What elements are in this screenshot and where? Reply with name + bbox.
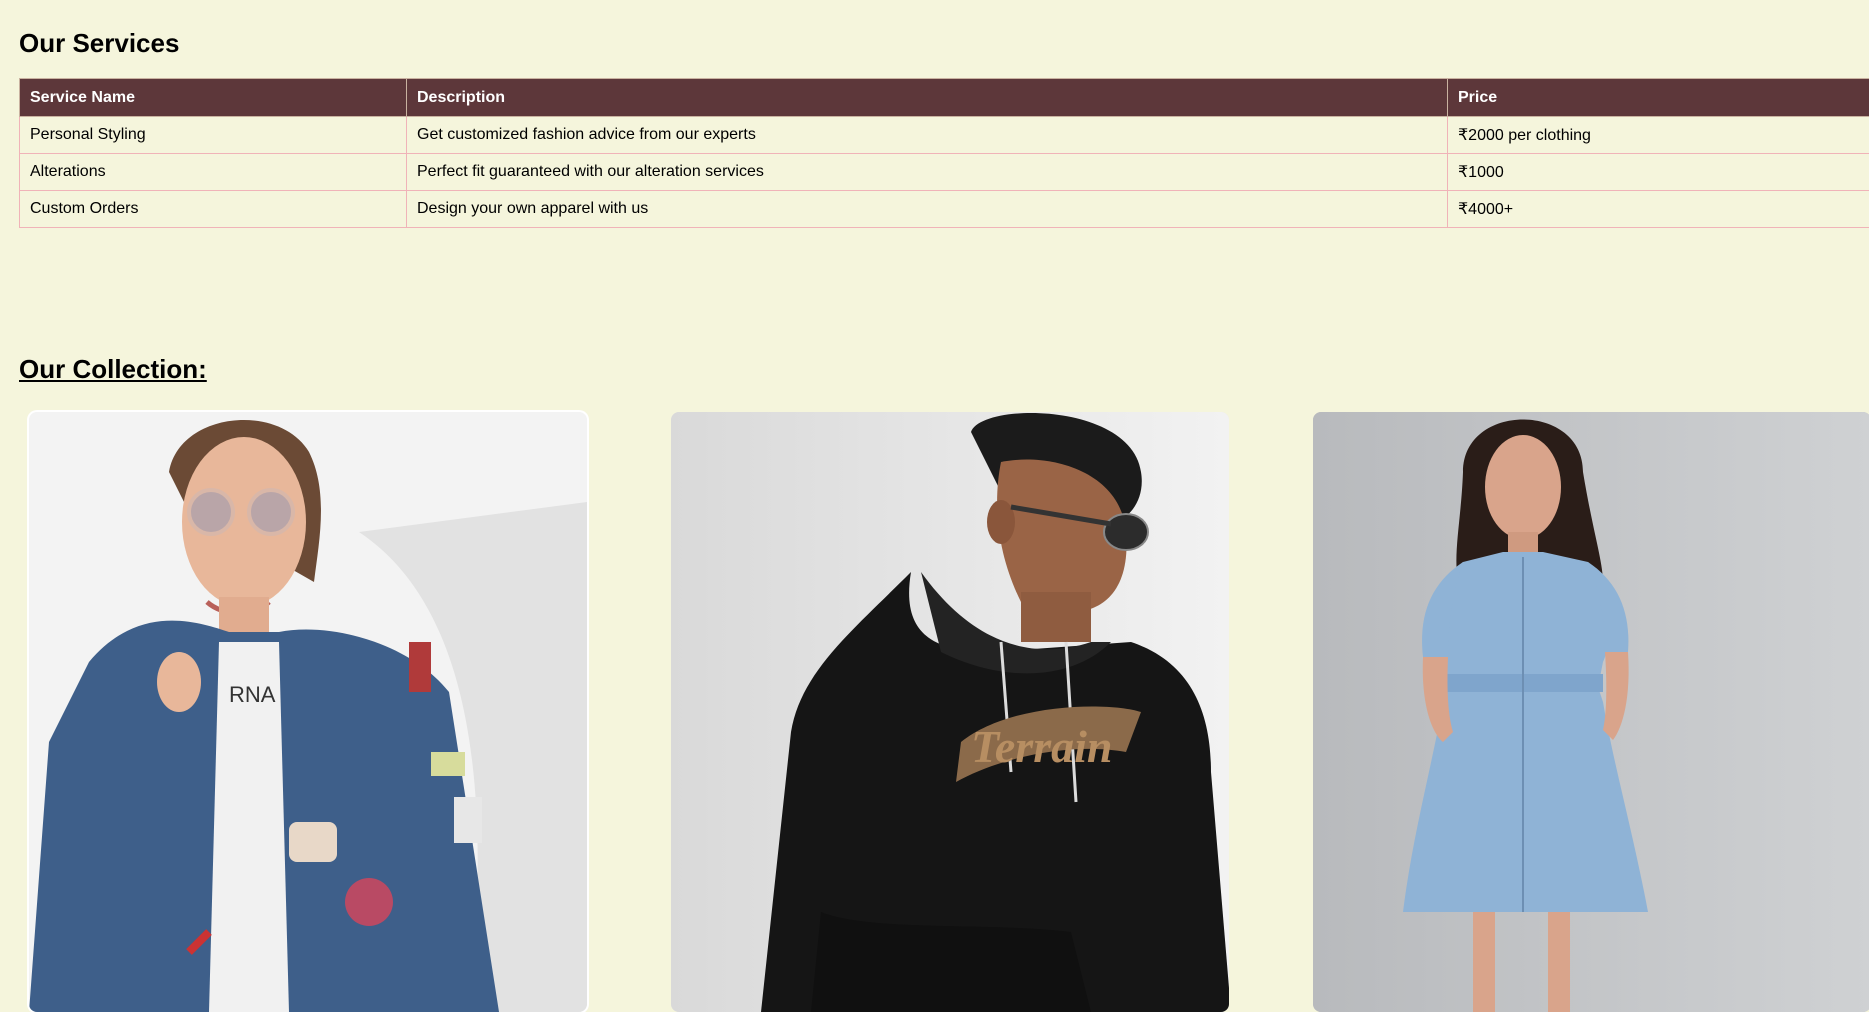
column-header-description: Description [407, 79, 1448, 117]
service-name-cell: Personal Styling [20, 117, 407, 154]
service-price-cell: ₹1000 [1448, 154, 1869, 191]
man-black-hoodie-photo: Terrain [671, 412, 1229, 1012]
service-description-cell: Design your own apparel with us [407, 191, 1448, 228]
service-name-cell: Alterations [20, 154, 407, 191]
woman-denim-dress-photo [1313, 412, 1869, 1012]
svg-text:RNA: RNA [229, 682, 276, 707]
collection-item-black-hoodie[interactable]: Terrain [671, 412, 1229, 1012]
table-row: Alterations Perfect fit guaranteed with … [20, 154, 1869, 191]
service-description-cell: Get customized fashion advice from our e… [407, 117, 1448, 154]
table-row: Personal Styling Get customized fashion … [20, 117, 1869, 154]
service-price-cell: ₹2000 per clothing [1448, 117, 1869, 154]
services-table: Service Name Description Price Personal … [19, 78, 1869, 228]
table-header-row: Service Name Description Price [20, 79, 1869, 117]
service-name-cell: Custom Orders [20, 191, 407, 228]
woman-denim-jacket-photo: RNA [29, 412, 587, 1012]
column-header-price: Price [1448, 79, 1869, 117]
service-price-cell: ₹4000+ [1448, 191, 1869, 228]
table-row: Custom Orders Design your own apparel wi… [20, 191, 1869, 228]
collection-item-denim-dress[interactable] [1313, 412, 1869, 1012]
column-header-service-name: Service Name [20, 79, 407, 117]
services-title: Our Services [19, 28, 179, 59]
service-description-cell: Perfect fit guaranteed with our alterati… [407, 154, 1448, 191]
hoodie-print-text: Terrain [971, 721, 1112, 772]
collection-item-denim-jacket[interactable]: RNA [29, 412, 587, 1012]
collection-title: Our Collection: [19, 354, 207, 385]
